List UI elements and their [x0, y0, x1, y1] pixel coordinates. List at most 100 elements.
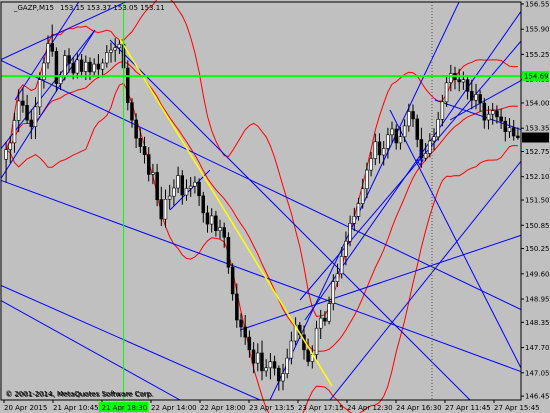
candle: [285, 357, 289, 374]
price-tick-label: 147.05: [525, 369, 550, 377]
candle: [180, 175, 185, 196]
candle: [436, 119, 440, 138]
candle: [352, 216, 356, 224]
candle: [50, 43, 54, 52]
candle: [365, 169, 369, 190]
price-tick-label: 155.90: [525, 26, 550, 34]
candle: [71, 63, 76, 74]
time-tick-label: 24 Apr 12:30: [347, 404, 393, 412]
candle: [58, 76, 63, 84]
candle: [511, 127, 516, 137]
candle: [247, 336, 252, 351]
candle: [138, 138, 143, 147]
candle: [323, 317, 327, 322]
candle: [142, 146, 147, 155]
price-tick-label: 153.35: [525, 125, 550, 133]
candle: [163, 199, 168, 220]
candle: [339, 255, 344, 275]
candle: [469, 91, 474, 101]
candle: [327, 303, 331, 322]
candle: [478, 94, 482, 104]
candle: [197, 181, 201, 197]
candle: [130, 102, 134, 121]
time-tick-label: 21 Apr 10:45: [53, 404, 99, 412]
candle: [239, 319, 243, 328]
candle: [398, 136, 403, 144]
candle: [235, 293, 239, 321]
candle: [457, 79, 461, 83]
candle: [281, 373, 285, 382]
price-tick-label: 149.60: [525, 270, 550, 278]
price-tick-label: 148.95: [525, 296, 550, 304]
candle: [344, 240, 348, 257]
candle: [88, 61, 92, 73]
candle: [276, 367, 281, 382]
chart-title: _GAZP,M15: [13, 4, 54, 12]
current-price-label: 153.11: [524, 134, 549, 142]
candle: [390, 128, 394, 136]
candle: [272, 361, 277, 369]
candle: [230, 266, 235, 295]
candle: [226, 237, 231, 268]
candle: [151, 172, 155, 175]
candle: [289, 340, 294, 359]
candle: [264, 367, 268, 372]
candle: [461, 79, 466, 83]
price-tick-label: 156.55: [525, 0, 550, 8]
candle: [176, 175, 180, 189]
candle: [159, 199, 164, 220]
price-tick-label: 147.70: [525, 344, 550, 352]
crosshair-time-label: 21 Apr 18:30: [102, 404, 148, 412]
candle: [465, 79, 470, 92]
candle: [188, 185, 193, 189]
candle: [193, 181, 197, 187]
candle: [377, 141, 382, 156]
candle: [255, 352, 260, 364]
candle: [331, 281, 335, 305]
candle: [8, 142, 13, 150]
candle: [209, 215, 214, 225]
candle: [46, 43, 50, 64]
ohlc-readout: 153.15 153.37 153.05 153.11: [60, 4, 165, 12]
candle: [369, 158, 373, 171]
candle: [33, 106, 38, 127]
candle: [318, 317, 323, 329]
candle: [415, 118, 419, 140]
candle: [67, 55, 71, 64]
candle: [335, 273, 340, 282]
time-tick-label: 27 Apr 15:45: [494, 404, 540, 412]
candle: [134, 119, 138, 139]
price-tick-label: 150.85: [525, 222, 550, 230]
candle: [16, 100, 21, 121]
price-tick-label: 150.25: [525, 245, 550, 253]
candle: [516, 135, 520, 138]
price-tick-label: 151.50: [525, 197, 550, 205]
candle: [201, 195, 206, 214]
candle: [218, 227, 222, 232]
price-tick-label: 154.00: [525, 99, 550, 107]
candle: [490, 110, 495, 115]
candle: [503, 120, 507, 132]
candle: [314, 327, 319, 355]
price-tick-label: 155.25: [525, 51, 550, 59]
crosshair-price-label: 154.69: [524, 73, 549, 81]
candle: [147, 154, 151, 175]
price-tick-label: 148.35: [525, 319, 550, 327]
candle: [402, 125, 407, 138]
candle: [243, 326, 248, 338]
candle: [25, 105, 29, 121]
price-tick-label: 152.10: [525, 173, 550, 181]
candle: [448, 73, 453, 84]
candle: [84, 61, 88, 72]
chart-header: _GAZP,M15 153.15 153.37 153.05 153.11: [13, 4, 165, 12]
candle: [100, 62, 105, 70]
candle: [411, 111, 415, 120]
candle: [167, 195, 172, 200]
candle: [427, 140, 432, 154]
candle: [172, 187, 176, 197]
chart[interactable]: 156.55155.90155.25154.60154.00153.35152.…: [0, 0, 550, 413]
candle: [306, 349, 310, 362]
time-tick-label: 23 Apr 17:15: [298, 404, 344, 412]
candle: [440, 101, 445, 120]
time-tick-label: 27 Apr 11:45: [445, 404, 491, 412]
